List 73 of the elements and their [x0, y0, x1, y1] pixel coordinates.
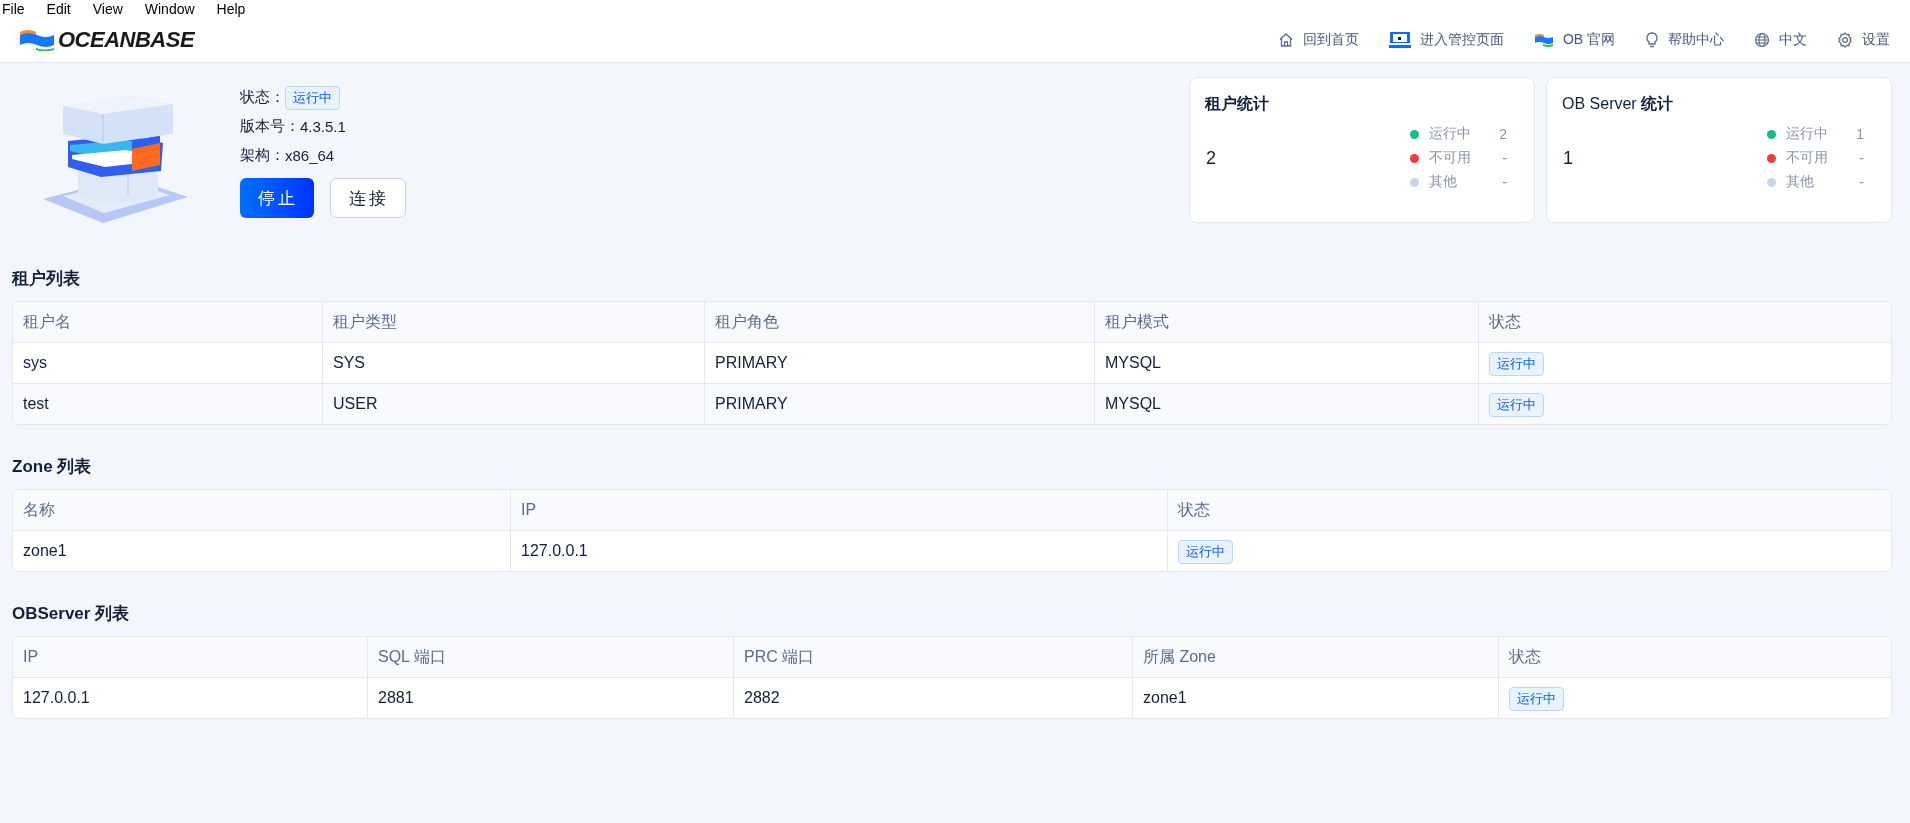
column-header: 租户名 — [13, 302, 323, 343]
settings-icon — [1837, 32, 1853, 48]
nav-link[interactable]: OB 官网 — [1533, 31, 1615, 49]
column-header: 状态 — [1479, 302, 1891, 343]
column-header: 租户角色 — [705, 302, 1095, 343]
version-label: 版本号： — [240, 117, 300, 136]
nav-link[interactable]: 中文 — [1754, 31, 1807, 49]
nav-link[interactable]: 帮助中心 — [1645, 31, 1724, 49]
column-header: 状态 — [1499, 637, 1891, 678]
column-header: 所属 Zone — [1133, 637, 1499, 678]
column-header: 状态 — [1168, 490, 1891, 531]
home-icon — [1277, 32, 1294, 48]
flag-icon — [1533, 33, 1554, 47]
legend-label: 不可用 — [1429, 149, 1472, 167]
table-cell: 2881 — [368, 678, 734, 718]
column-header: 租户类型 — [323, 302, 705, 343]
nav-link[interactable]: 进入管控页面 — [1388, 31, 1504, 49]
status-tag: 运行中 — [1489, 352, 1544, 376]
menu-item[interactable]: View — [92, 1, 123, 17]
table-cell: USER — [323, 384, 705, 424]
menu-item[interactable]: File — [2, 1, 25, 17]
menu-item[interactable]: Edit — [46, 1, 71, 17]
section-title: 租户列表 — [12, 268, 81, 290]
table-cell: 127.0.0.1 — [511, 531, 1168, 571]
legend-count: - — [1858, 174, 1864, 190]
column-header: IP — [13, 637, 368, 678]
legend-label: 运行中 — [1786, 125, 1829, 143]
total-count: 1 — [1562, 147, 1573, 169]
legend-label: 运行中 — [1429, 125, 1472, 143]
monitor-icon — [1388, 32, 1411, 48]
status-tag: 运行中 — [285, 85, 340, 110]
lightbulb-icon — [1645, 32, 1659, 48]
table-cell: test — [13, 384, 323, 424]
legend-count: 2 — [1499, 126, 1507, 142]
globe-icon — [1754, 32, 1770, 48]
version-value: 4.3.5.1 — [300, 118, 346, 135]
section-title: Zone 列表 — [12, 456, 93, 478]
status-tag: 运行中 — [1489, 393, 1544, 417]
nav-link[interactable]: 设置 — [1837, 31, 1890, 49]
column-header: IP — [511, 490, 1168, 531]
logo-text: OCEANBASE — [58, 27, 195, 53]
column-header: PRC 端口 — [734, 637, 1133, 678]
logo-icon — [20, 29, 54, 51]
table-cell: MYSQL — [1095, 384, 1479, 424]
section-title: OBServer 列表 — [12, 603, 131, 625]
legend-count: - — [1501, 174, 1507, 190]
status-label: 状态： — [240, 88, 285, 107]
arch-value: x86_64 — [285, 147, 335, 164]
arch-label: 架构： — [240, 146, 285, 165]
nav-link[interactable]: 回到首页 — [1277, 31, 1359, 49]
status-tag: 运行中 — [1509, 687, 1564, 711]
column-header: SQL 端口 — [368, 637, 734, 678]
card-title: OB Server 统计 — [1562, 94, 1675, 114]
total-count: 2 — [1205, 147, 1216, 169]
table-cell: PRIMARY — [705, 384, 1095, 424]
menu-item[interactable]: Window — [144, 1, 195, 17]
connect-button[interactable]: 连接 — [330, 178, 406, 218]
legend-label: 不可用 — [1786, 149, 1829, 167]
legend-count: - — [1501, 150, 1507, 166]
status-tag: 运行中 — [1178, 540, 1233, 564]
column-header: 租户模式 — [1095, 302, 1479, 343]
table-cell: 127.0.0.1 — [13, 678, 368, 718]
legend-count: 1 — [1856, 126, 1864, 142]
legend-label: 其他 — [1429, 173, 1459, 191]
column-header: 名称 — [13, 490, 511, 531]
menu-item[interactable]: Help — [216, 1, 246, 17]
table-cell: 2882 — [734, 678, 1133, 718]
legend-count: - — [1858, 150, 1864, 166]
table-cell: zone1 — [1133, 678, 1499, 718]
stop-button[interactable]: 停止 — [240, 178, 314, 218]
table-cell: zone1 — [13, 531, 511, 571]
legend-label: 其他 — [1786, 173, 1816, 191]
card-title: 租户统计 — [1205, 94, 1270, 114]
